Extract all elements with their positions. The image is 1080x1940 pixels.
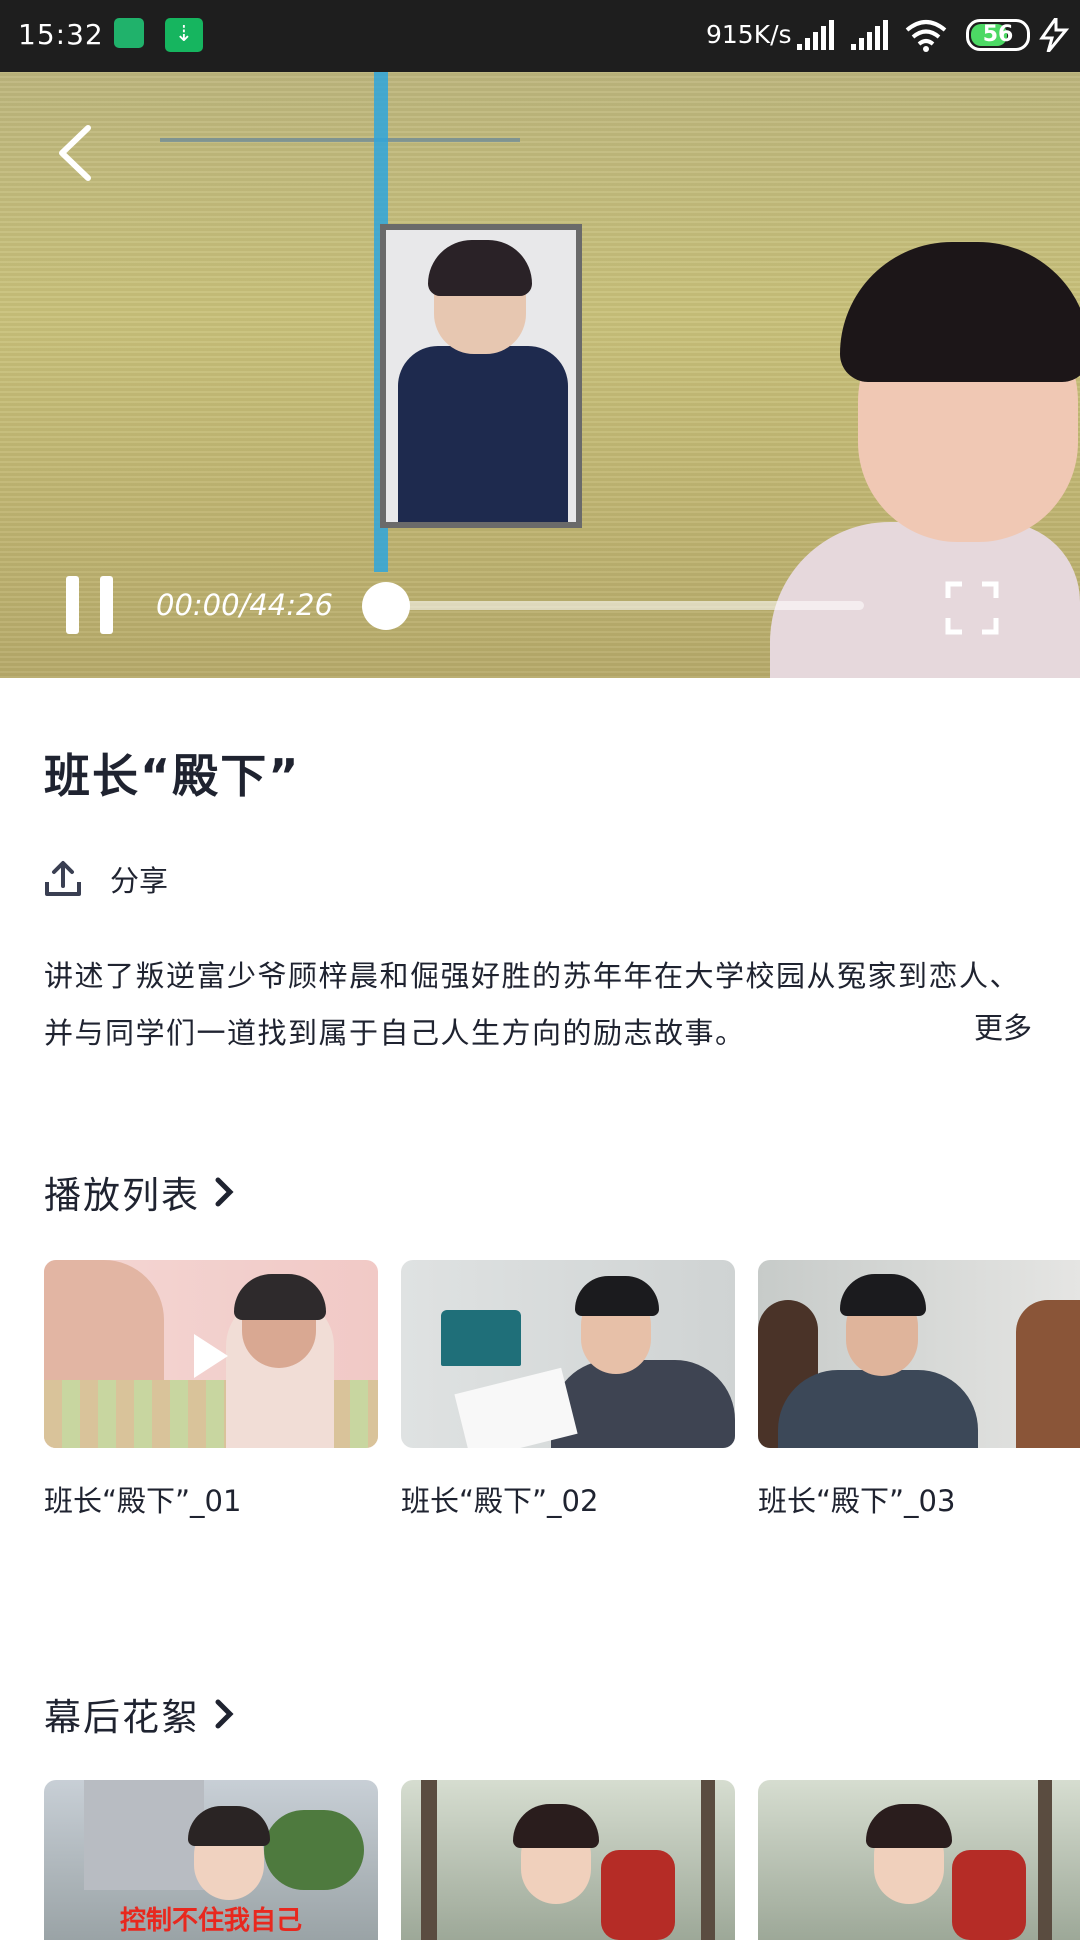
playlist-title: 播放列表: [44, 1174, 200, 1217]
fullscreen-icon[interactable]: [944, 580, 1000, 636]
notification-app-icon: [114, 18, 144, 48]
signal-icon-2: [851, 20, 888, 50]
episode-description: 讲述了叛逆富少爷顾梓晨和倔强好胜的苏年年在大学校园从冤家到恋人、并与同学们一道找…: [44, 959, 1021, 1050]
network-speed: 915K/s: [706, 20, 792, 49]
behind-scenes-thumbnail-1[interactable]: 控制不住我自己: [44, 1780, 378, 1940]
video-frame-photo: [380, 224, 582, 528]
battery-icon: 56: [966, 19, 1030, 51]
back-icon[interactable]: [52, 122, 102, 184]
video-player[interactable]: 00:00/44:26: [0, 72, 1080, 678]
progress-handle[interactable]: [362, 582, 410, 630]
wifi-icon: [905, 20, 947, 52]
playlist-header[interactable]: 播放列表: [44, 1165, 234, 1219]
signal-icon: [797, 20, 834, 50]
chevron-right-icon: [215, 1699, 234, 1729]
video-caption-overlay: 控制不住我自己: [120, 1906, 303, 1936]
charging-icon: [1039, 18, 1070, 52]
status-time: 15:32: [18, 18, 104, 51]
playlist-thumbnail-2[interactable]: [401, 1260, 735, 1448]
playlist-thumbnail-1[interactable]: [44, 1260, 378, 1448]
behind-scenes-header[interactable]: 幕后花絮: [44, 1687, 234, 1741]
more-link[interactable]: 更多: [974, 1005, 1032, 1047]
playback-time: 00:00/44:26: [156, 588, 333, 622]
status-bar: 15:32 ⇣ 915K/s 56: [0, 0, 1080, 72]
episode-title: 班长“殿下”: [44, 749, 301, 803]
battery-level: 56: [982, 22, 1014, 47]
share-icon: [45, 861, 81, 896]
share-label: 分享: [110, 864, 169, 898]
progress-bar[interactable]: [386, 601, 864, 610]
playlist-item-label: 班长“殿下”_01: [44, 1484, 242, 1518]
pause-button[interactable]: [66, 576, 114, 634]
playlist-item-label: 班长“殿下”_03: [758, 1484, 956, 1518]
chevron-right-icon: [215, 1177, 234, 1207]
behind-scenes-title: 幕后花絮: [44, 1696, 200, 1739]
behind-scenes-thumbnail-3[interactable]: [758, 1780, 1080, 1940]
behind-scenes-thumbnail-2[interactable]: [401, 1780, 735, 1940]
pause-icon: [66, 576, 79, 634]
download-icon: ⇣: [165, 18, 203, 52]
video-frame-decoration: [160, 138, 520, 142]
play-icon: [194, 1334, 228, 1378]
playlist-item-label: 班长“殿下”_02: [401, 1484, 599, 1518]
share-button[interactable]: 分享: [44, 858, 168, 900]
playlist-thumbnail-3[interactable]: [758, 1260, 1080, 1448]
